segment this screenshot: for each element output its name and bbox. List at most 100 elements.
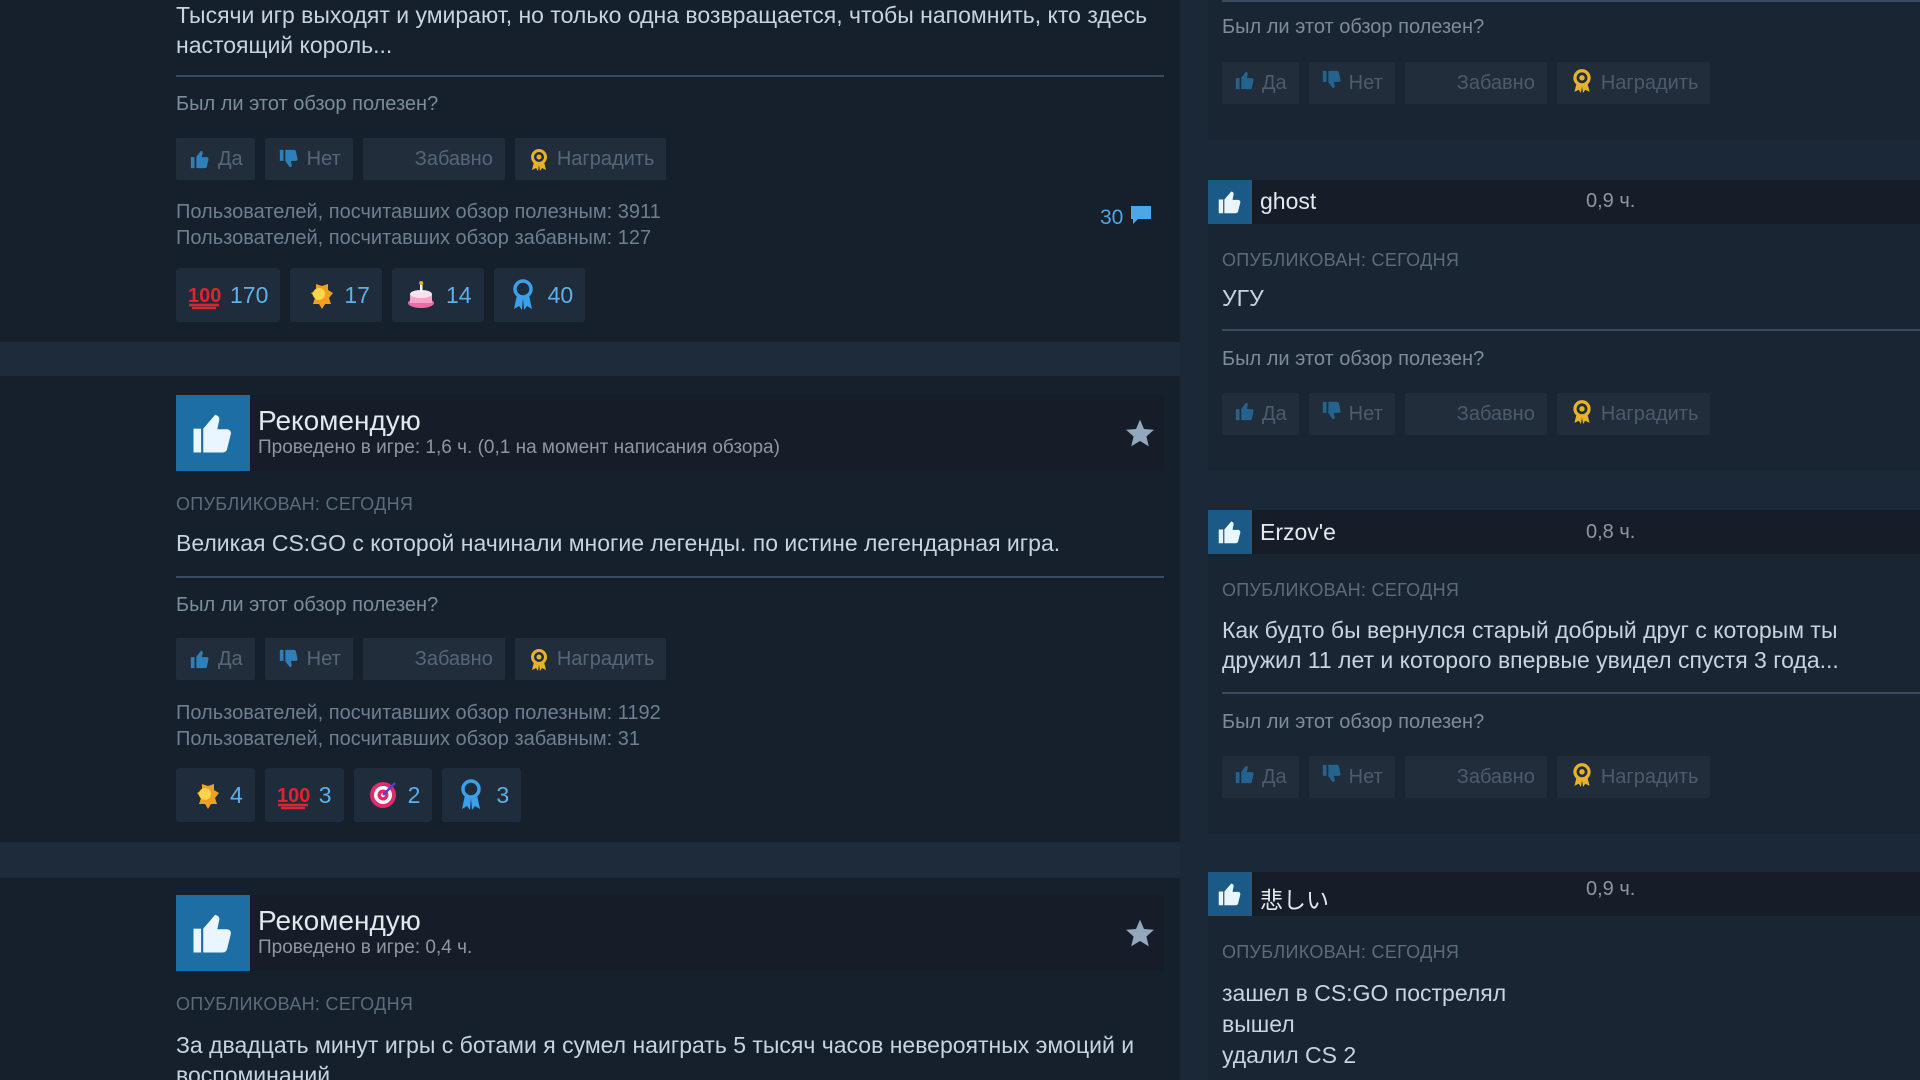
vote-funny-button[interactable]: Забавно (1404, 62, 1547, 104)
review-text-line: Как будто бы вернулся старый добрый друг… (1222, 617, 1838, 643)
star-icon[interactable] (1124, 917, 1156, 954)
vote-no-label: Нет (1348, 71, 1383, 94)
vote-no-button[interactable]: Нет (1308, 393, 1395, 435)
review-text-line: вышел (1222, 1011, 1295, 1037)
review-header[interactable]: Рекомендую Проведено в игре: 0,4 ч. (176, 895, 1164, 971)
ribbon-icon (454, 778, 488, 812)
award-badge[interactable]: 40 (493, 268, 586, 322)
helpful-question: Был ли этот обзор полезен? (1222, 16, 1485, 38)
award-badge[interactable]: 14 (391, 268, 484, 322)
helpful-question: Был ли этот обзор полезен? (176, 594, 439, 616)
divider (1222, 0, 1920, 2)
vote-buttons: Да Нет Забавно Наградить (1222, 393, 1920, 435)
award-badge[interactable]: 3 (442, 768, 522, 822)
review-verdict: Рекомендую (258, 405, 421, 436)
comments-link[interactable]: 30 (1100, 204, 1153, 232)
card-separator (0, 342, 1180, 376)
vote-no-label: Нет (1348, 765, 1383, 788)
helpful-count: Пользователей, посчитавших обзор полезны… (176, 702, 661, 724)
vote-funny-button[interactable]: Забавно (1404, 393, 1547, 435)
award-button[interactable]: Наградить (1556, 62, 1711, 104)
review-stats: Пользователей, посчитавших обзор полезны… (176, 199, 1164, 251)
award-count: 17 (344, 281, 370, 308)
award-badge[interactable]: 2 (353, 768, 433, 822)
funny-count: Пользователей, посчитавших обзор забавны… (176, 728, 641, 750)
hundred-icon: 100 (277, 778, 311, 812)
vote-funny-button[interactable]: Забавно (362, 138, 505, 180)
award-count: 2 (407, 781, 421, 808)
thumb-up-icon (1234, 400, 1256, 428)
vote-funny-label: Забавно (1456, 71, 1535, 94)
vote-no-button[interactable]: Нет (264, 638, 353, 680)
vote-funny-label: Забавно (1456, 402, 1535, 425)
vote-yes-button[interactable]: Да (176, 638, 255, 680)
vote-buttons: Да Нет Забавно Наградить (1222, 756, 1920, 798)
review-stats: Пользователей, посчитавших обзор полезны… (176, 700, 1164, 752)
star-icon[interactable] (1124, 417, 1156, 454)
posted-date: ОПУБЛИКОВАН: СЕГОДНЯ (176, 994, 414, 1014)
vote-no-button[interactable]: Нет (264, 138, 353, 180)
award-badge[interactable]: 4 (176, 768, 255, 822)
vote-yes-button[interactable]: Да (1222, 62, 1299, 104)
reviewer-name[interactable]: Erzov'e (1260, 519, 1336, 546)
review-text-line: дружил 11 лет и которого впервые увидел … (1222, 647, 1839, 673)
award-badge[interactable]: 100 3 (264, 768, 344, 822)
svg-text:100: 100 (277, 785, 310, 807)
thumb-up-icon (176, 395, 250, 471)
vote-yes-label: Да (1262, 71, 1287, 94)
helpful-question: Был ли этот обзор полезен? (176, 93, 439, 115)
thumb-up-icon (1208, 180, 1252, 224)
vote-no-button[interactable]: Нет (1308, 756, 1395, 798)
target-icon (366, 778, 400, 812)
award-button[interactable]: Наградить (514, 638, 667, 680)
review-text: Тысячи игр выходят и умирают, но только … (176, 2, 1148, 58)
thumb-up-icon (188, 147, 212, 171)
awards-row: 4 100 3 2 3 (176, 768, 1164, 822)
award-badge[interactable]: 17 (290, 268, 382, 322)
award-medal-icon (1569, 761, 1595, 793)
award-button[interactable]: Наградить (514, 138, 667, 180)
award-medal-icon (1569, 398, 1595, 430)
divider (176, 576, 1164, 578)
thumb-up-icon (188, 647, 212, 671)
thumb-down-icon (1321, 69, 1343, 97)
hundred-icon: 100 (188, 278, 222, 312)
award-badge[interactable]: 100 170 (176, 268, 281, 322)
divider (1222, 692, 1920, 694)
medal-burst-icon (188, 778, 222, 812)
award-count: 40 (547, 281, 574, 308)
vote-funny-button[interactable]: Забавно (1404, 756, 1547, 798)
award-medal-icon (1569, 67, 1595, 99)
vote-yes-button[interactable]: Да (176, 138, 255, 180)
award-count: 14 (445, 281, 472, 308)
playtime: Проведено в игре: 1,6 ч. (0,1 на момент … (258, 437, 780, 458)
vote-no-button[interactable]: Нет (1308, 62, 1395, 104)
review-text-line: зашел в CS:GO пострелял (1222, 980, 1507, 1006)
helpful-count: Пользователей, посчитавших обзор полезны… (176, 201, 661, 223)
thumb-up-icon (1234, 763, 1256, 791)
vote-funny-label: Забавно (1456, 765, 1535, 788)
vote-yes-button[interactable]: Да (1222, 393, 1299, 435)
award-count: 3 (318, 781, 332, 808)
vote-funny-button[interactable]: Забавно (362, 638, 505, 680)
award-count: 4 (230, 781, 243, 808)
divider (176, 75, 1164, 77)
reviewer-name[interactable]: 悲しい (1260, 881, 1329, 915)
award-button[interactable]: Наградить (1556, 756, 1711, 798)
vote-yes-button[interactable]: Да (1222, 756, 1299, 798)
review-header[interactable]: Рекомендую Проведено в игре: 1,6 ч. (0,1… (176, 395, 1164, 471)
review-text: Как будто бы вернулся старый добрый друг… (1222, 615, 1920, 675)
award-label: Наградить (1600, 765, 1699, 788)
thumb-down-icon (277, 647, 301, 671)
comment-bubble-icon (1129, 204, 1153, 232)
award-button[interactable]: Наградить (1556, 393, 1711, 435)
posted-date: ОПУБЛИКОВАН: СЕГОДНЯ (1222, 580, 1460, 600)
vote-yes-label: Да (1262, 765, 1287, 788)
thumb-up-icon (176, 895, 250, 971)
thumb-down-icon (1321, 763, 1343, 791)
reviewer-name[interactable]: ghost (1260, 188, 1316, 215)
thumb-down-icon (277, 147, 301, 171)
helpful-question: Был ли этот обзор полезен? (1222, 348, 1485, 370)
vote-buttons: Да Нет Забавно Наградить (176, 638, 1164, 680)
thumb-down-icon (1321, 400, 1343, 428)
